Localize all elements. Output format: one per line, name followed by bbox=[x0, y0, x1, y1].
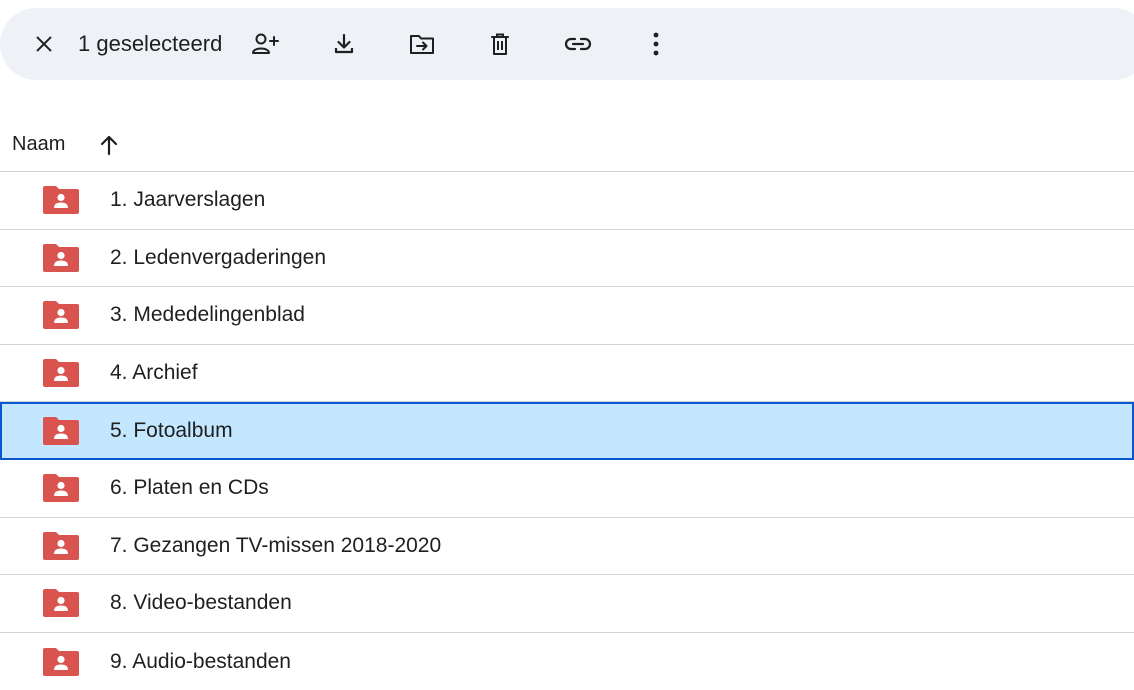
list-header: Naam bbox=[0, 118, 1134, 172]
shared-folder-icon bbox=[42, 243, 80, 273]
folder-row[interactable]: 1. Jaarverslagen bbox=[0, 172, 1134, 230]
folder-name: 5. Fotoalbum bbox=[110, 418, 233, 442]
share-person-add-icon bbox=[252, 33, 280, 54]
folder-row[interactable]: 7. Gezangen TV-missen 2018-2020 bbox=[0, 518, 1134, 576]
copy-link-button[interactable] bbox=[558, 24, 598, 64]
shared-folder-icon bbox=[42, 416, 80, 446]
folder-row[interactable]: 6. Platen en CDs bbox=[0, 460, 1134, 518]
selection-count: 1 geselecteerd bbox=[78, 31, 223, 56]
shared-folder-icon bbox=[42, 647, 80, 677]
folder-name: 4. Archief bbox=[110, 361, 198, 385]
trash-icon bbox=[491, 33, 510, 55]
folder-name: 2. Ledenvergaderingen bbox=[110, 245, 327, 269]
move-to-folder-icon bbox=[410, 35, 435, 54]
download-icon bbox=[335, 33, 354, 54]
folder-name: 3. Mededelingenblad bbox=[110, 303, 305, 327]
download-button[interactable] bbox=[324, 24, 364, 64]
folder-row-selected[interactable]: 5. Fotoalbum bbox=[0, 402, 1134, 460]
folder-name: 7. Gezangen TV-missen 2018-2020 bbox=[110, 533, 442, 557]
arrow-up-icon bbox=[101, 135, 118, 155]
delete-button[interactable] bbox=[480, 24, 520, 64]
folder-row[interactable]: 9. Audio-bestanden bbox=[0, 633, 1134, 690]
folder-row[interactable]: 3. Mededelingenblad bbox=[0, 287, 1134, 345]
shared-folder-icon bbox=[42, 358, 80, 388]
name-column-header[interactable]: Naam bbox=[12, 133, 65, 156]
sort-direction-button[interactable] bbox=[89, 125, 129, 165]
folder-list: 1. Jaarverslagen 2. Ledenvergaderingen 3… bbox=[0, 172, 1134, 690]
folder-name: 8. Video-bestanden bbox=[110, 591, 292, 615]
shared-folder-icon bbox=[42, 300, 80, 330]
shared-folder-icon bbox=[42, 588, 80, 618]
shared-folder-icon bbox=[42, 473, 80, 503]
folder-row[interactable]: 8. Video-bestanden bbox=[0, 575, 1134, 633]
move-button[interactable] bbox=[402, 24, 442, 64]
close-icon bbox=[36, 36, 52, 52]
selection-toolbar: 1 geselecteerd bbox=[0, 8, 1134, 80]
folder-name: 9. Audio-bestanden bbox=[110, 649, 291, 673]
shared-folder-icon bbox=[42, 531, 80, 561]
shared-folder-icon bbox=[42, 185, 80, 215]
folder-row[interactable]: 4. Archief bbox=[0, 345, 1134, 403]
share-button[interactable] bbox=[246, 24, 286, 64]
more-actions-button[interactable] bbox=[636, 24, 676, 64]
folder-row[interactable]: 2. Ledenvergaderingen bbox=[0, 230, 1134, 288]
more-vert-icon bbox=[653, 32, 659, 56]
clear-selection-button[interactable] bbox=[24, 24, 64, 64]
folder-name: 1. Jaarverslagen bbox=[110, 188, 266, 212]
link-icon bbox=[565, 37, 592, 51]
folder-name: 6. Platen en CDs bbox=[110, 476, 269, 500]
